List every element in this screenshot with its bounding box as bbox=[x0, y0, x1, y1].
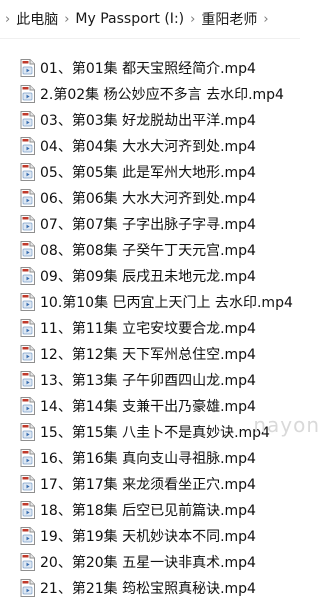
file-name: 20、第20集 五星一诀非真术.mp4 bbox=[40, 555, 256, 571]
file-name: 17、第17集 来龙须看坐正穴.mp4 bbox=[40, 477, 256, 493]
file-name: 18、第18集 后空已见前篇诀.mp4 bbox=[40, 503, 256, 519]
file-name: 16、第16集 真向支山寻祖脉.mp4 bbox=[40, 451, 256, 467]
breadcrumb-item-folder[interactable]: 重阳老师 bbox=[201, 9, 257, 29]
file-name: 09、第09集 辰戌丑未地元龙.mp4 bbox=[40, 269, 256, 285]
video-file-icon bbox=[20, 501, 35, 519]
breadcrumb-item-this-pc[interactable]: 此电脑 bbox=[16, 9, 58, 29]
file-row[interactable]: 18、第18集 后空已见前篇诀.mp4 bbox=[0, 497, 300, 523]
video-file-icon bbox=[20, 579, 35, 597]
file-row[interactable]: 17、第17集 来龙须看坐正穴.mp4 bbox=[0, 471, 300, 497]
chevron-right-icon[interactable]: › bbox=[0, 12, 16, 27]
chevron-right-icon[interactable]: › bbox=[58, 12, 75, 27]
video-file-icon bbox=[20, 397, 35, 415]
file-name: 05、第05集 此是军州大地形.mp4 bbox=[40, 165, 256, 181]
video-file-icon bbox=[20, 293, 35, 311]
video-file-icon bbox=[20, 215, 35, 233]
file-row[interactable]: 08、第08集 子癸午丁天元宫.mp4 bbox=[0, 237, 300, 263]
video-file-icon bbox=[20, 241, 35, 259]
watermark: nayon bbox=[253, 413, 320, 437]
file-name: 21、第21集 筠松宝照真秘诀.mp4 bbox=[40, 581, 256, 597]
file-row[interactable]: 20、第20集 五星一诀非真术.mp4 bbox=[0, 549, 300, 575]
file-name: 01、第01集 都天宝照经简介.mp4 bbox=[40, 61, 256, 77]
file-name: 19、第19集 天机妙诀本不同.mp4 bbox=[40, 529, 256, 545]
file-name: 15、第15集 八圭卜不是真妙诀.mp4 bbox=[40, 425, 270, 441]
file-row[interactable]: 11、第11集 立宅安坟要合龙.mp4 bbox=[0, 315, 300, 341]
video-file-icon bbox=[20, 137, 35, 155]
file-list: 01、第01集 都天宝照经简介.mp4 2.第02集 杨公妙应不多言 去水印.mp… bbox=[0, 55, 300, 601]
file-name: 11、第11集 立宅安坟要合龙.mp4 bbox=[40, 321, 256, 337]
video-file-icon bbox=[20, 345, 35, 363]
file-row[interactable]: 12、第12集 天下军州总住空.mp4 bbox=[0, 341, 300, 367]
video-file-icon bbox=[20, 527, 35, 545]
file-row[interactable]: 06、第06集 大水大河齐到处.mp4 bbox=[0, 185, 300, 211]
file-name: 12、第12集 天下军州总住空.mp4 bbox=[40, 347, 256, 363]
file-name: 08、第08集 子癸午丁天元宫.mp4 bbox=[40, 243, 256, 259]
video-file-icon bbox=[20, 85, 35, 103]
video-file-icon bbox=[20, 475, 35, 493]
chevron-right-icon[interactable]: › bbox=[257, 12, 274, 27]
file-name: 10.第10集 巳丙宜上天门上 去水印.mp4 bbox=[40, 295, 293, 311]
file-row[interactable]: 03、第03集 好龙脱劫出平洋.mp4 bbox=[0, 107, 300, 133]
file-row[interactable]: 2.第02集 杨公妙应不多言 去水印.mp4 bbox=[0, 81, 300, 107]
file-name: 14、第14集 支兼干出乃豪雄.mp4 bbox=[40, 399, 256, 415]
video-file-icon bbox=[20, 163, 35, 181]
video-file-icon bbox=[20, 423, 35, 441]
file-row[interactable]: 21、第21集 筠松宝照真秘诀.mp4 bbox=[0, 575, 300, 601]
video-file-icon bbox=[20, 553, 35, 571]
file-name: 13、第13集 子午卯酉四山龙.mp4 bbox=[40, 373, 256, 389]
video-file-icon bbox=[20, 319, 35, 337]
video-file-icon bbox=[20, 59, 35, 77]
chevron-right-icon[interactable]: › bbox=[184, 12, 201, 27]
file-row[interactable]: 10.第10集 巳丙宜上天门上 去水印.mp4 bbox=[0, 289, 300, 315]
video-file-icon bbox=[20, 267, 35, 285]
file-row[interactable]: 13、第13集 子午卯酉四山龙.mp4 bbox=[0, 367, 300, 393]
file-name: 06、第06集 大水大河齐到处.mp4 bbox=[40, 191, 256, 207]
file-row[interactable]: 01、第01集 都天宝照经简介.mp4 bbox=[0, 55, 300, 81]
video-file-icon bbox=[20, 449, 35, 467]
video-file-icon bbox=[20, 189, 35, 207]
file-row[interactable]: 07、第07集 子字出脉子字寻.mp4 bbox=[0, 211, 300, 237]
file-row[interactable]: 04、第04集 大水大河齐到处.mp4 bbox=[0, 133, 300, 159]
file-name: 2.第02集 杨公妙应不多言 去水印.mp4 bbox=[40, 87, 284, 103]
video-file-icon bbox=[20, 371, 35, 389]
breadcrumb-item-drive[interactable]: My Passport (I:) bbox=[75, 11, 184, 27]
file-row[interactable]: 19、第19集 天机妙诀本不同.mp4 bbox=[0, 523, 300, 549]
file-row[interactable]: 09、第09集 辰戌丑未地元龙.mp4 bbox=[0, 263, 300, 289]
video-file-icon bbox=[20, 111, 35, 129]
file-row[interactable]: 05、第05集 此是军州大地形.mp4 bbox=[0, 159, 300, 185]
file-name: 03、第03集 好龙脱劫出平洋.mp4 bbox=[40, 113, 256, 129]
file-name: 07、第07集 子字出脉子字寻.mp4 bbox=[40, 217, 256, 233]
file-row[interactable]: 16、第16集 真向支山寻祖脉.mp4 bbox=[0, 445, 300, 471]
file-name: 04、第04集 大水大河齐到处.mp4 bbox=[40, 139, 256, 155]
breadcrumb: › 此电脑 › My Passport (I:) › 重阳老师 › bbox=[0, 0, 300, 39]
